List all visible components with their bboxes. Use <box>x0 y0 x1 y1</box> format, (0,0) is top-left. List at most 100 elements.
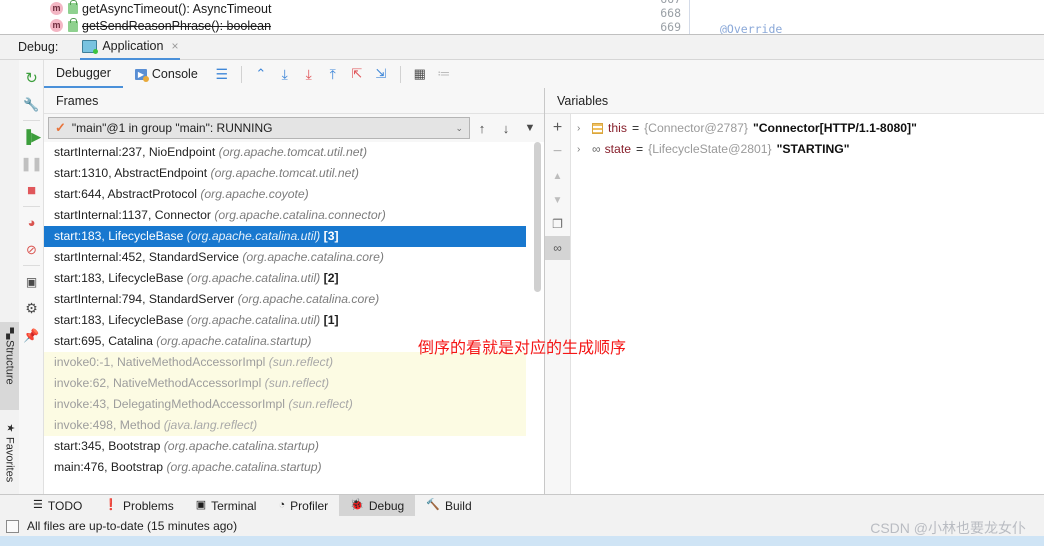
lock-icon <box>68 18 78 32</box>
code-completion-popup[interactable]: m getAsyncTimeout(): AsyncTimeout m getS… <box>0 0 601 34</box>
tab-console[interactable]: ▶ Console <box>123 61 210 88</box>
frame-row[interactable]: start:345, Bootstrap (org.apache.catalin… <box>44 436 526 457</box>
screenshot-icon[interactable]: ▣ <box>19 268 44 295</box>
remove-watch-icon[interactable]: − <box>545 140 570 164</box>
frame-row[interactable]: start:183, LifecycleBase (org.apache.cat… <box>44 310 526 331</box>
chevron-right-icon[interactable]: › <box>577 139 587 160</box>
frame-method: start:644, AbstractProtocol <box>54 187 201 201</box>
scrollbar-thumb[interactable] <box>534 142 541 292</box>
variable-value: "STARTING" <box>776 142 850 156</box>
evaluate-expression-icon[interactable]: ▦ <box>408 62 432 86</box>
bottom-tab-todo[interactable]: ☰ TODO <box>22 495 93 517</box>
frame-method: start:183, LifecycleBase <box>54 229 187 243</box>
move-watch-down-icon[interactable]: ▼ <box>545 188 570 212</box>
editor-strip: m getAsyncTimeout(): AsyncTimeout m getS… <box>0 0 1044 34</box>
pin-icon[interactable]: 📌 <box>19 322 44 349</box>
force-step-into-icon[interactable]: ⇱ <box>345 62 369 86</box>
frame-row[interactable]: startInternal:1137, Connector (org.apach… <box>44 205 526 226</box>
show-execution-point-icon[interactable]: ⌃ <box>249 62 273 86</box>
variable-row[interactable]: › this = {Connector@2787} "Connector[HTTP/1.… <box>571 118 1044 139</box>
move-down-icon[interactable]: ↓ <box>494 116 518 140</box>
mute-breakpoints-icon[interactable]: ⊘ <box>19 236 44 263</box>
frame-row[interactable]: startInternal:452, StandardService (org.… <box>44 247 526 268</box>
frame-row[interactable]: main:476, Bootstrap (org.apache.catalina… <box>44 457 526 478</box>
debug-session-tab-application[interactable]: Application × <box>80 35 181 60</box>
variable-reference: {LifecycleState@2801} <box>648 142 772 156</box>
frame-method: start:695, Catalina <box>54 334 157 348</box>
tab-debugger-label: Debugger <box>56 66 111 80</box>
bottom-tab-profiler[interactable]: ◔ Profiler <box>267 495 339 517</box>
debug-toolwindow-header: Debug: Application × <box>0 34 1044 60</box>
console-icon: ▶ <box>134 68 149 82</box>
frame-row[interactable]: start:183, LifecycleBase (org.apache.cat… <box>44 268 526 289</box>
add-watch-icon[interactable]: + <box>545 116 570 140</box>
settings-gear-icon[interactable]: ⚙ <box>19 295 44 322</box>
bottom-tab-debug[interactable]: 🐞 Debug <box>339 494 416 517</box>
frame-package: (org.apache.catalina.startup) <box>156 334 312 348</box>
frame-row[interactable]: start:183, LifecycleBase (org.apache.cat… <box>44 226 526 247</box>
divider <box>22 120 40 121</box>
move-watch-up-icon[interactable]: ▲ <box>545 164 570 188</box>
frame-row[interactable]: startInternal:794, StandardServer (org.a… <box>44 289 526 310</box>
thread-selector-bar: ✓ "main"@1 in group "main": RUNNING ⌄ ↑ … <box>44 114 544 142</box>
frame-package: (sun.reflect) <box>264 376 330 390</box>
rerun-icon[interactable]: ↻ <box>19 64 44 91</box>
step-into-icon[interactable]: ⤓ <box>297 62 321 86</box>
variables-tool-column: + − ▲ ▼ ❐ ∞ <box>545 114 571 494</box>
frame-package: (org.apache.coyote) <box>200 187 309 201</box>
variable-name: this <box>608 121 627 135</box>
frame-row[interactable]: invoke:43, DelegatingMethodAccessorImpl … <box>44 394 526 415</box>
frame-method: startInternal:452, StandardService <box>54 250 243 264</box>
sidebar-item-structure[interactable]: ▞ Structure <box>0 322 19 410</box>
pause-program-icon[interactable]: ❚❚ <box>19 150 44 177</box>
step-over-icon[interactable]: ⤓ <box>273 62 297 86</box>
static-field-icon: ∞ <box>592 142 601 156</box>
tab-debugger[interactable]: Debugger <box>44 61 123 88</box>
bottom-tab-problems[interactable]: ❗ Problems <box>93 495 184 517</box>
resume-program-icon[interactable]: ▐▶ <box>19 123 44 150</box>
layout-settings-icon[interactable]: ☰ <box>210 62 234 86</box>
stop-icon[interactable]: ■ <box>19 177 44 204</box>
frame-row[interactable]: startInternal:237, NioEndpoint (org.apac… <box>44 142 526 163</box>
move-up-icon[interactable]: ↑ <box>470 116 494 140</box>
settings-wrench-icon[interactable]: 🔧 <box>19 91 44 118</box>
chevron-right-icon[interactable]: › <box>577 118 587 139</box>
line-number: 668 <box>660 6 681 20</box>
frame-method: start:1310, AbstractEndpoint <box>54 166 211 180</box>
divider <box>399 65 401 83</box>
frames-scrollbar[interactable] <box>531 142 544 494</box>
thread-dropdown[interactable]: ✓ "main"@1 in group "main": RUNNING ⌄ <box>48 117 470 139</box>
frame-method: start:345, Bootstrap <box>54 439 164 453</box>
frame-row[interactable]: invoke:62, NativeMethodAccessorImpl (sun… <box>44 373 526 394</box>
copy-value-icon[interactable]: ❐ <box>545 212 570 236</box>
step-out-icon[interactable]: ⤒ <box>321 62 345 86</box>
sidebar-item-label: Favorites <box>3 437 16 483</box>
completion-item[interactable]: m getAsyncTimeout(): AsyncTimeout <box>0 0 600 17</box>
run-to-cursor-icon[interactable]: ⇲ <box>369 62 393 86</box>
left-tool-rail: ▞ Structure ★ Favorites <box>0 60 20 494</box>
trace-current-stream-icon: ≔ <box>437 66 451 81</box>
close-icon[interactable]: × <box>171 39 178 53</box>
frame-row[interactable]: start:644, AbstractProtocol (org.apache.… <box>44 184 526 205</box>
variable-equals: = <box>636 142 644 156</box>
frame-method: invoke:62, NativeMethodAccessorImpl <box>54 376 265 390</box>
variables-tree[interactable]: › this = {Connector@2787} "Connector[HTTP/1.… <box>571 114 1044 494</box>
bottom-tab-build[interactable]: 🔨 Build <box>415 495 482 517</box>
debug-action-column: ↻ 🔧 ▐▶ ❚❚ ■ ◕ ⊘ ▣ ⚙ 📌 <box>19 60 44 494</box>
watches-icon[interactable]: ∞ <box>545 236 570 260</box>
filter-icon[interactable]: ▼ <box>518 116 542 140</box>
bottom-tab-terminal[interactable]: ▣ Terminal <box>185 495 268 517</box>
frame-package: (org.apache.tomcat.util.net) <box>218 145 367 159</box>
frames-list[interactable]: startInternal:237, NioEndpoint (org.apac… <box>44 142 526 494</box>
view-breakpoints-icon[interactable]: ◕ <box>19 209 44 236</box>
frame-method: invoke:498, Method <box>54 418 164 432</box>
red-handwritten-annotation: 倒序的看就是对应的生成顺序 <box>418 338 627 357</box>
variable-row[interactable]: › ∞ state = {LifecycleState@2801} "STARTING" <box>571 139 1044 160</box>
chevron-down-icon[interactable]: ⌄ <box>455 123 463 134</box>
frame-row[interactable]: invoke:498, Method (java.lang.reflect) <box>44 415 526 436</box>
frame-row[interactable]: start:1310, AbstractEndpoint (org.apache… <box>44 163 526 184</box>
completion-item[interactable]: m getSendReasonPhrase(): boolean <box>0 17 600 34</box>
star-icon: ★ <box>4 422 15 434</box>
frame-package: (sun.reflect) <box>268 355 334 369</box>
bottom-tab-label: TODO <box>47 498 83 513</box>
